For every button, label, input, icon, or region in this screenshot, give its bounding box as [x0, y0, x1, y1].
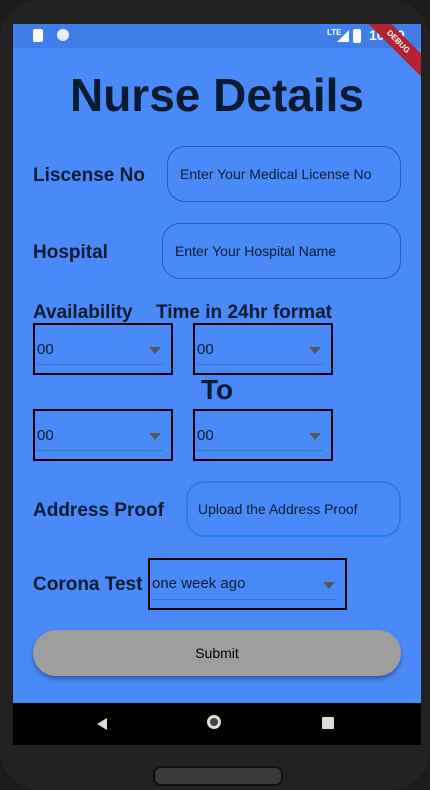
select-underline: [197, 364, 323, 365]
submit-button[interactable]: Submit: [33, 630, 401, 676]
dropdown-arrow-icon: [309, 347, 321, 354]
to-minute-select[interactable]: 00: [193, 409, 333, 461]
to-minute-value: 00: [197, 427, 214, 444]
availability-label: Availability: [33, 302, 133, 323]
hospital-input[interactable]: Enter Your Hospital Name: [162, 223, 401, 279]
select-underline: [152, 599, 337, 600]
status-bar: LTE 10:59 DEBUG: [13, 24, 421, 80]
select-underline: [37, 450, 163, 451]
sd-card-icon: [33, 29, 43, 42]
page-title: Nurse Details: [69, 69, 364, 121]
home-icon[interactable]: [207, 715, 221, 729]
back-icon[interactable]: [97, 718, 107, 730]
from-hour-select[interactable]: 00: [33, 323, 173, 375]
from-minute-select[interactable]: 00: [193, 323, 333, 375]
dropdown-arrow-icon: [149, 433, 161, 440]
corona-test-select[interactable]: one week ago: [148, 558, 347, 610]
time-format-hint: Time in 24hr format: [156, 302, 332, 323]
android-nav-bar: [13, 703, 421, 745]
app-screen: LTE 10:59 DEBUG Nurse Details Liscense N…: [13, 24, 421, 703]
notification-icon: [57, 29, 69, 41]
from-hour-value: 00: [37, 341, 54, 358]
license-label: Liscense No: [33, 165, 145, 186]
hospital-label: Hospital: [33, 242, 108, 263]
upload-address-proof-button[interactable]: Upload the Address Proof: [186, 481, 401, 537]
corona-test-label: Corona Test: [33, 574, 143, 595]
to-label: To: [201, 374, 234, 405]
to-hour-value: 00: [37, 427, 54, 444]
select-underline: [197, 450, 323, 451]
dropdown-arrow-icon: [309, 433, 321, 440]
dropdown-arrow-icon: [323, 582, 335, 589]
dropdown-arrow-icon: [149, 347, 161, 354]
select-underline: [37, 364, 163, 365]
from-minute-value: 00: [197, 341, 214, 358]
address-proof-label: Address Proof: [33, 500, 164, 521]
corona-test-value: one week ago: [152, 575, 246, 592]
recent-apps-icon[interactable]: [322, 717, 334, 729]
battery-icon: [353, 29, 361, 43]
license-input[interactable]: Enter Your Medical License No: [167, 146, 401, 202]
phone-speaker: [153, 766, 283, 786]
to-hour-select[interactable]: 00: [33, 409, 173, 461]
signal-icon: [337, 30, 349, 42]
